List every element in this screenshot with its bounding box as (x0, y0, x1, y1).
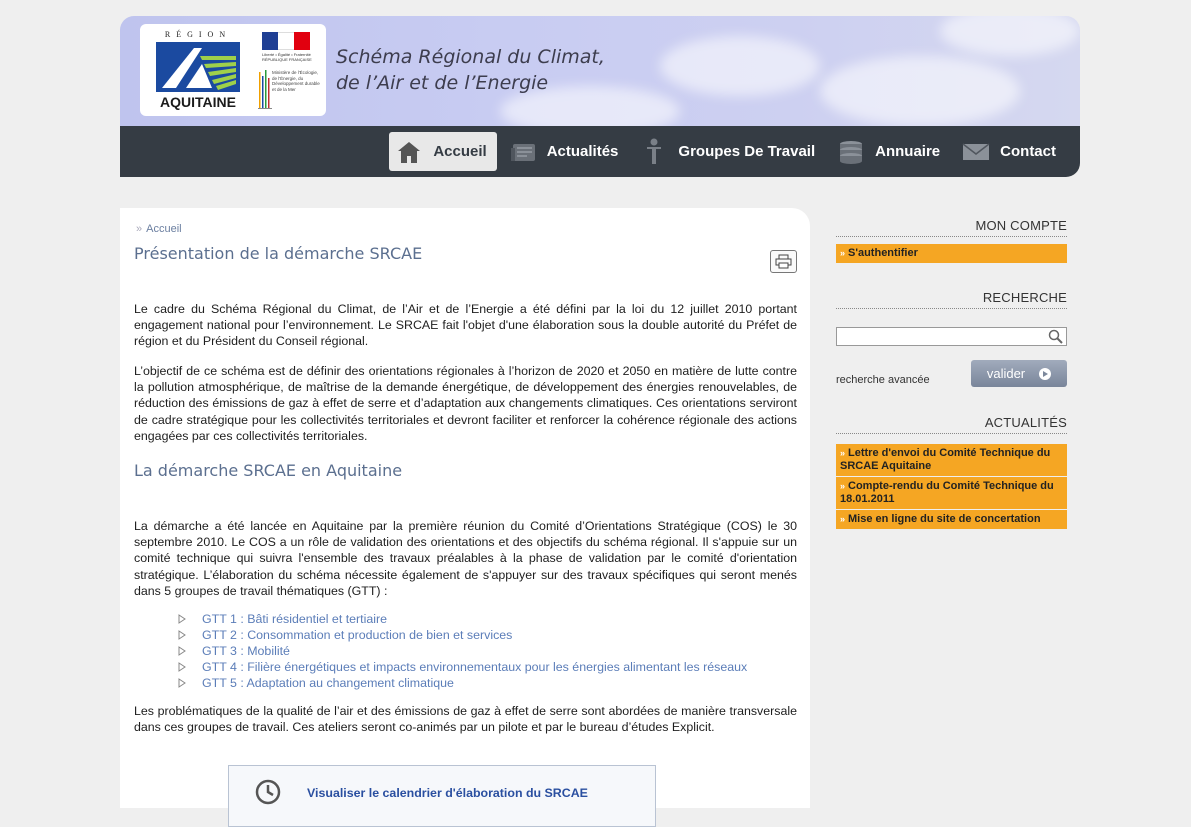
main-content: » Accueil Présentation de la démarche SRC… (120, 208, 810, 827)
account-title: MON COMPTE (836, 218, 1067, 237)
nav-item-contact[interactable]: Contact (956, 132, 1066, 171)
ministry-caption: Ministère de l'Écologie, de l'Énergie, d… (272, 70, 320, 92)
breadcrumb: » Accueil (136, 223, 182, 235)
newspaper-icon (509, 139, 537, 165)
intro-paragraph: Le cadre du Schéma Régional du Climat, d… (134, 302, 797, 349)
ministry-logo: Ministère de l'Écologie, de l'Énergie, d… (258, 68, 322, 112)
nav-item-groupes-de-travail[interactable]: Groupes De Travail (634, 132, 825, 171)
gtt-link[interactable]: GTT 3 : Mobilité (202, 643, 290, 659)
site-title-line2: de l’Air et de l’Energie (336, 72, 549, 94)
calendar-callout[interactable]: Visualiser le calendrier d'élaboration d… (228, 765, 656, 827)
news-section: ACTUALITÉS » Lettre d'envoi du Comité Tec… (836, 415, 1067, 530)
nav-item-label: Groupes De Travail (678, 143, 816, 160)
search-section: RECHERCHE (836, 290, 1067, 346)
gtt-link[interactable]: GTT 2 : Consommation et production de bi… (202, 627, 512, 643)
gtt-link[interactable]: GTT 4 : Filière énergétiques et impacts … (202, 659, 747, 675)
list-item[interactable]: GTT 2 : Consommation et production de bi… (178, 627, 747, 643)
advanced-search-link[interactable]: recherche avancée (836, 374, 930, 386)
demarche-paragraph: La démarche a été lancée en Aquitaine pa… (134, 519, 797, 598)
news-item[interactable]: » Compte-rendu du Comité Technique du 18.… (836, 477, 1067, 509)
nav-item-label: Actualités (546, 143, 619, 160)
validate-label: valider (986, 366, 1026, 381)
breadcrumb-home-link[interactable]: Accueil (146, 223, 181, 235)
site-title-line1: Schéma Régional du Climat, (336, 46, 605, 68)
account-section: MON COMPTE » S'authentifier (836, 218, 1067, 264)
ministry-stripes-icon (258, 70, 272, 109)
gtt-link[interactable]: GTT 5 : Adaptation au changement climati… (202, 675, 454, 691)
news-title: ACTUALITÉS (836, 415, 1067, 434)
clock-icon (255, 779, 281, 805)
search-input[interactable] (836, 327, 1067, 346)
rf-caption: Liberté • Égalité • Fraternité RÉPUBLIQU… (262, 52, 312, 62)
region-aquitaine-logo[interactable]: RÉGION AQUITAINE (154, 30, 242, 112)
region-word: RÉGION (164, 30, 232, 39)
objective-paragraph: L’objectif de ce schéma est de définir d… (134, 364, 797, 443)
envelope-icon (962, 139, 990, 165)
news-item[interactable]: » Mise en ligne du site de concertation (836, 510, 1067, 529)
arrow-icon: » (840, 248, 846, 258)
arrow-icon: » (840, 481, 846, 491)
list-item[interactable]: GTT 5 : Adaptation au changement climati… (178, 675, 747, 691)
person-icon (640, 138, 668, 165)
login-link[interactable]: » S'authentifier (836, 244, 1067, 263)
nav-item-label: Annuaire (875, 143, 941, 160)
nav-item-label: Accueil (433, 143, 487, 160)
main-nav: Accueil Actualités Groupes De Travail An… (120, 126, 1080, 177)
cloud-decoration (820, 56, 1020, 126)
list-item[interactable]: GTT 4 : Filière énergétiques et impacts … (178, 659, 747, 675)
site-header: RÉGION AQUITAINE Liberté • Égalité • Fra… (120, 16, 1080, 126)
gtt-list: GTT 1 : Bâti résidentiel et tertiaire GT… (178, 611, 747, 691)
search-icon[interactable] (1048, 329, 1063, 344)
french-flag-icon (262, 32, 310, 50)
cloud-decoration (940, 16, 1080, 56)
cloud-decoration (660, 36, 820, 96)
printer-icon (775, 254, 792, 269)
nav-item-label: Contact (1000, 143, 1056, 160)
republique-francaise-logo: Liberté • Égalité • Fraternité RÉPUBLIQU… (258, 32, 316, 62)
section-heading: Présentation de la démarche SRCAE (134, 244, 423, 263)
list-item[interactable]: GTT 1 : Bâti résidentiel et tertiaire (178, 611, 747, 627)
print-button[interactable] (770, 250, 797, 273)
triangle-bullet-icon (178, 646, 186, 656)
region-name: AQUITAINE (160, 94, 236, 110)
triangle-bullet-icon (178, 678, 186, 688)
home-icon (395, 139, 423, 165)
section-heading: La démarche SRCAE en Aquitaine (134, 461, 403, 480)
arrow-icon: » (840, 448, 846, 458)
login-label: S'authentifier (848, 247, 918, 259)
nav-item-annuaire[interactable]: Annuaire (831, 132, 950, 171)
gtt-link[interactable]: GTT 1 : Bâti résidentiel et tertiaire (202, 611, 387, 627)
region-emblem-icon (156, 42, 240, 92)
news-item-label: Mise en ligne du site de concertation (848, 513, 1041, 525)
list-item[interactable]: GTT 3 : Mobilité (178, 643, 747, 659)
breadcrumb-separator: » (136, 223, 143, 235)
validate-button[interactable]: valider (971, 360, 1067, 387)
nav-item-accueil[interactable]: Accueil (389, 132, 497, 171)
nav-item-actualites[interactable]: Actualités (503, 132, 629, 171)
arrow-icon: » (840, 514, 846, 524)
triangle-bullet-icon (178, 630, 186, 640)
calendar-link[interactable]: Visualiser le calendrier d'élaboration d… (307, 786, 588, 800)
transversal-paragraph: Les problématiques de la qualité de l’ai… (134, 704, 797, 735)
search-title: RECHERCHE (836, 290, 1067, 309)
news-item-label: Lettre d'envoi du Comité Technique du SR… (840, 447, 1051, 472)
database-icon (837, 139, 865, 165)
arrow-circle-icon (1039, 367, 1052, 380)
site-title: Schéma Régional du Climat, de l’Air et d… (336, 44, 605, 96)
page-wrapper: RÉGION AQUITAINE Liberté • Égalité • Fra… (120, 16, 1080, 177)
logo-panel[interactable]: RÉGION AQUITAINE Liberté • Égalité • Fra… (140, 24, 326, 116)
triangle-bullet-icon (178, 662, 186, 672)
news-item-label: Compte-rendu du Comité Technique du 18.0… (840, 480, 1054, 505)
triangle-bullet-icon (178, 614, 186, 624)
news-item[interactable]: » Lettre d'envoi du Comité Technique du S… (836, 444, 1067, 476)
